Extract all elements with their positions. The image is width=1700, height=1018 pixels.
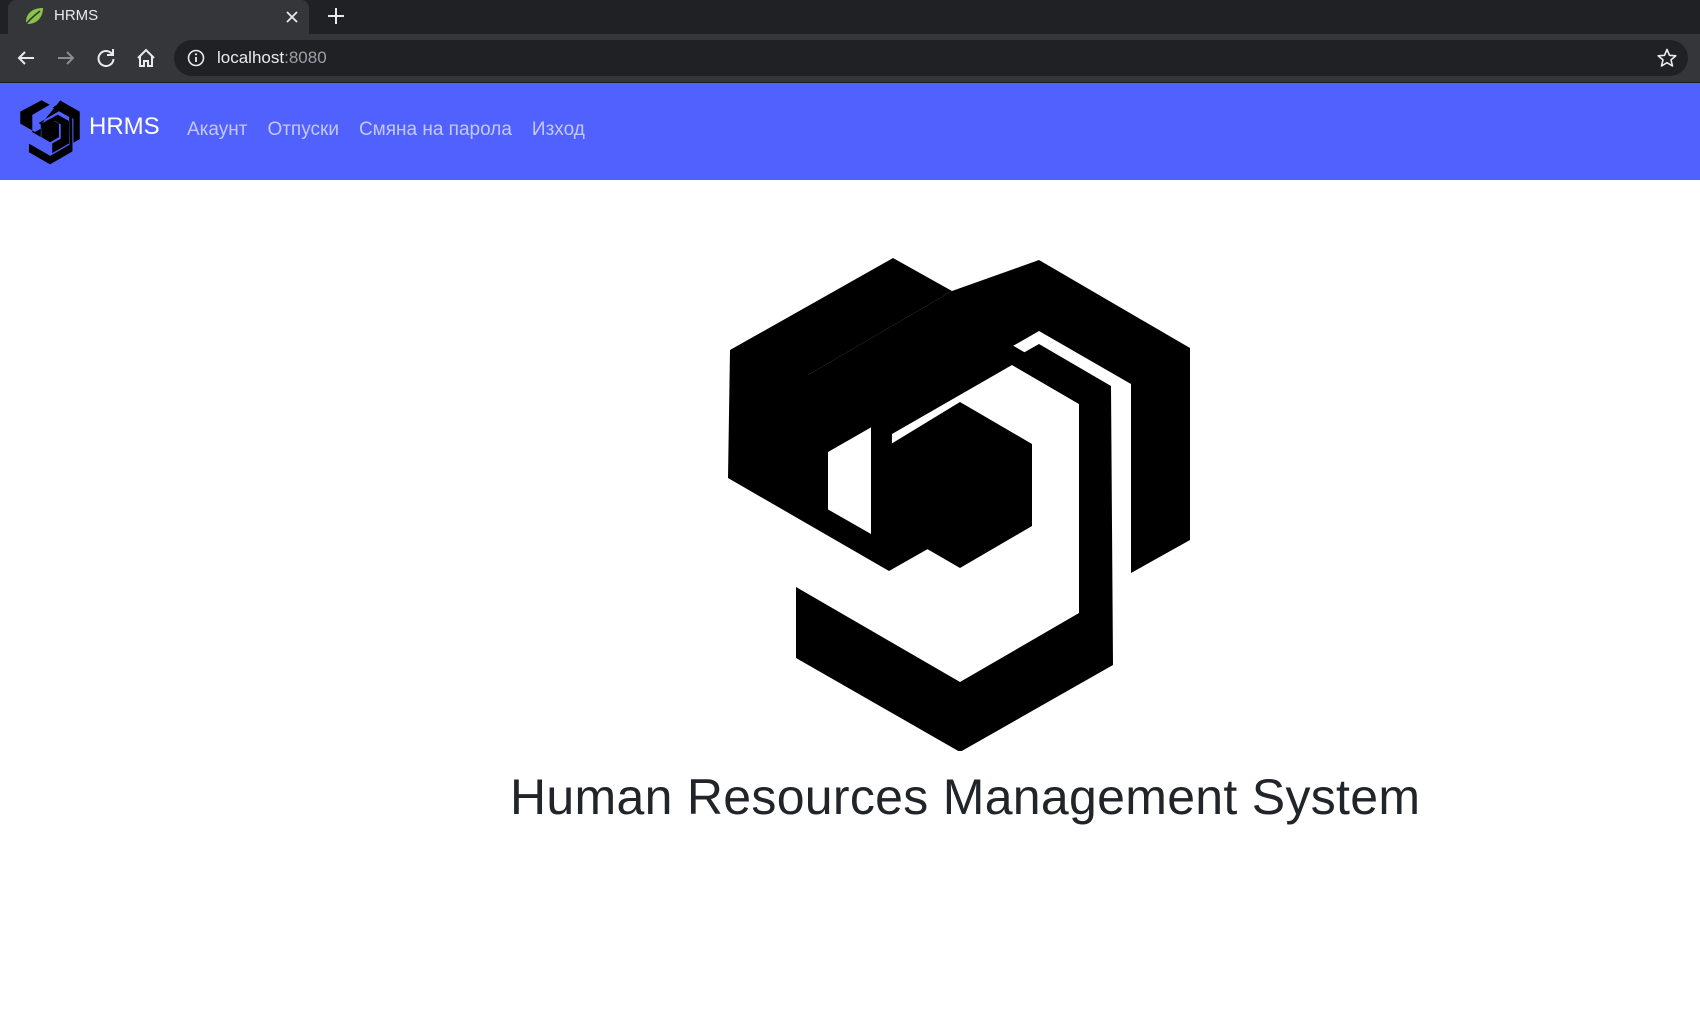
hrms-hero-logo-icon — [728, 258, 1190, 751]
tab-title: HRMS — [54, 7, 99, 24]
page-title: Human Resources Management System — [510, 768, 1421, 826]
hrms-logo-icon[interactable] — [20, 100, 80, 165]
nav-links: Акаунт Отпуски Смяна на парола Изход — [187, 119, 605, 141]
browser-tab[interactable]: HRMS — [8, 0, 309, 34]
nav-link-change-password[interactable]: Смяна на парола — [359, 119, 512, 141]
url-text: localhost:8080 — [217, 48, 327, 67]
browser-toolbar: localhost:8080 — [0, 34, 1700, 82]
app-navbar: HRMS Акаунт Отпуски Смяна на парола Изхо… — [0, 83, 1700, 180]
spring-leaf-icon — [26, 8, 43, 24]
star-icon[interactable] — [1656, 47, 1678, 69]
address-bar[interactable]: localhost:8080 — [174, 40, 1688, 76]
nav-link-account[interactable]: Акаунт — [187, 119, 247, 141]
home-icon[interactable] — [132, 44, 160, 72]
close-icon[interactable] — [279, 4, 305, 30]
arrow-right-icon[interactable] — [52, 44, 80, 72]
hero-title-text: Human Resources Management System — [510, 769, 1421, 825]
reload-icon[interactable] — [92, 44, 120, 72]
nav-link-logout[interactable]: Изход — [532, 119, 585, 141]
arrow-left-icon[interactable] — [12, 44, 40, 72]
browser-tabstrip: HRMS — [0, 0, 1700, 34]
nav-link-leaves[interactable]: Отпуски — [267, 119, 338, 141]
info-icon[interactable] — [186, 48, 206, 68]
plus-icon[interactable] — [323, 2, 349, 30]
brand-text[interactable]: HRMS — [89, 113, 160, 141]
